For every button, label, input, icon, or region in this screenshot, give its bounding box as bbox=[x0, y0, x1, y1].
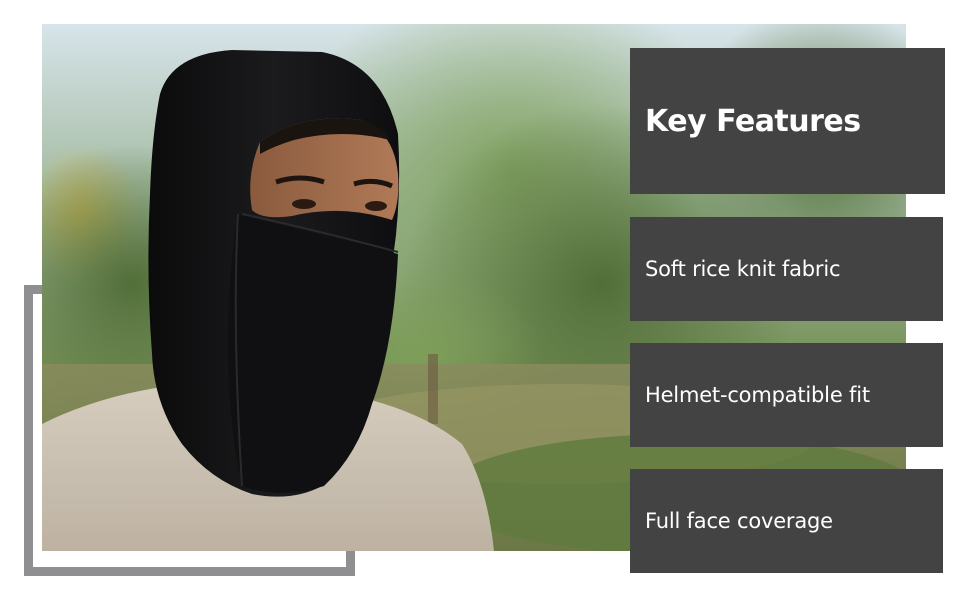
key-features-heading: Key Features bbox=[630, 48, 945, 194]
feature-item-fabric: Soft rice knit fabric bbox=[630, 217, 943, 321]
feature-item-helmet-fit: Helmet-compatible fit bbox=[630, 343, 943, 447]
feature-item-coverage: Full face coverage bbox=[630, 469, 943, 573]
product-feature-banner: Key Features Soft rice knit fabric Helme… bbox=[0, 0, 970, 600]
